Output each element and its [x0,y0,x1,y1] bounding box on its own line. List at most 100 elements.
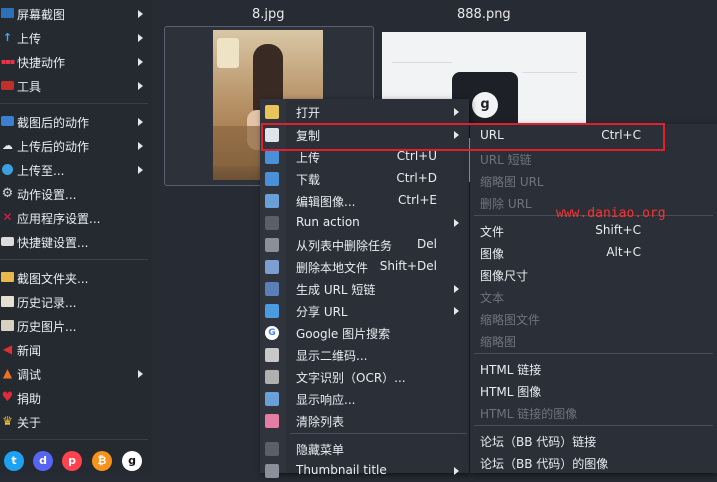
context-menu-item[interactable]: 显示二维码... [260,344,469,366]
context-menu-item[interactable]: 文字识别（OCR）... [260,366,469,388]
context-menu-divider [290,433,467,434]
sidebar-item-task-settings[interactable]: ⚙ 动作设置... [0,183,152,205]
sidebar-item-about[interactable]: ♛ 关于 [0,411,152,433]
thumbnail-title: 8.jpg [252,7,285,22]
megaphone-icon: ◀ [2,342,13,356]
context-menu-item[interactable]: 显示响应... [260,388,469,410]
copy-submenu-item: 文本 [470,286,717,308]
context-menu-item-label: 清除列表 [296,415,345,429]
copy-submenu-item-label: 缩略图文件 [480,313,541,327]
context-menu: 打开 复制 上传 Ctrl+U 下载 Ctrl+D 编辑图像... Ctrl+E Run act… [260,99,469,478]
open-file-icon [265,105,279,119]
submenu-arrow-icon [138,166,143,174]
copy-submenu-shortcut: Shift+C [595,223,641,237]
google-icon: G [265,326,279,340]
context-menu-shortcut: Del [417,237,437,251]
traffic-cone-icon: ▲ [2,366,13,380]
context-menu-shortcut: Ctrl+D [396,171,437,185]
qr-code-icon [265,348,279,362]
sidebar-item-upload[interactable]: ↑ 上传 [0,27,152,49]
context-menu-item-label: Thumbnail title [296,463,387,477]
sidebar-item-screenshot-folder[interactable]: 截图文件夹... [0,267,152,289]
sidebar-item-history[interactable]: 历史记录... [0,291,152,313]
wrench-screwdriver-icon: ✕ [2,210,13,224]
monitor-icon [1,8,14,18]
submenu-arrow-icon [138,370,143,378]
keyboard-icon [1,237,14,246]
sidebar-item-after-capture[interactable]: 截图后的动作 [0,111,152,133]
sidebar-item-tools[interactable]: 工具 [0,75,152,97]
sidebar-item-quick-actions[interactable]: ▪▪▪ 快捷动作 [0,51,152,73]
copy-submenu-item[interactable]: 图像 Alt+C [470,242,717,264]
main-menu-sidebar: 屏幕截图 ↑ 上传 ▪▪▪ 快捷动作 工具 截图后的动作 ☁ 上传后的动作 上传… [0,0,152,473]
copy-submenu-item[interactable]: HTML 链接 [470,358,717,380]
gear-icon: ⚙ [1,186,14,201]
sidebar-divider [0,439,148,440]
context-menu-item[interactable]: 打开 [260,101,469,123]
github-icon[interactable]: g [122,451,142,471]
sidebar-item-news[interactable]: ◀ 新闻 [0,339,152,361]
terminal-icon [265,216,279,230]
circuit-line-shape [392,62,452,63]
sidebar-item-debug[interactable]: ▲ 调试 [0,363,152,385]
context-menu-item-label: 删除本地文件 [296,261,369,275]
cloud-upload-icon: ☁ [2,139,13,152]
submenu-arrow-icon [138,118,143,126]
eraser-icon [265,414,279,428]
copy-submenu-item-label: 论坛（BB 代码）链接 [480,435,597,449]
submenu-arrow-icon [454,285,459,293]
context-menu-item[interactable]: 下载 Ctrl+D [260,168,469,190]
bitcoin-icon[interactable]: ₿ [92,451,112,471]
sidebar-item-capture[interactable]: 屏幕截图 [0,3,152,25]
copy-submenu-item: 缩略图文件 [470,308,717,330]
context-menu-item[interactable]: 分享 URL [260,300,469,322]
thumbnail-title-icon [265,464,279,478]
copy-submenu-item-label: HTML 链接 [480,363,542,377]
copy-submenu-shortcut: Alt+C [606,245,641,259]
context-menu-item[interactable]: 隐藏菜单 [260,438,469,460]
sidebar-item-image-history[interactable]: 历史图片... [0,315,152,337]
context-menu-item[interactable]: 删除本地文件 Shift+Del [260,256,469,278]
upload-arrow-icon: ↑ [2,31,13,44]
submenu-arrow-icon [454,467,459,475]
context-menu-item-label: 显示响应... [296,393,356,407]
sidebar-divider [0,259,148,260]
sidebar-item-hotkey-settings[interactable]: 快捷键设置... [0,231,152,253]
submenu-arrow-icon [138,10,143,18]
folder-icon [1,272,14,282]
context-menu-item[interactable]: Thumbnail title [260,460,469,482]
copy-submenu-item[interactable]: 论坛（BB 代码）链接 [470,430,717,452]
discord-icon[interactable]: d [33,451,53,471]
sidebar-item-after-upload[interactable]: ☁ 上传后的动作 [0,135,152,157]
context-menu-item[interactable]: G Google 图片搜索 [260,322,469,344]
patreon-icon[interactable]: p [62,451,82,471]
copy-submenu-item[interactable]: 文件 Shift+C [470,220,717,242]
sidebar-item-destinations[interactable]: 上传至... [0,159,152,181]
circuit-line-shape [522,72,577,73]
context-menu-item[interactable]: 清除列表 [260,410,469,432]
sidebar-item-donate[interactable]: ♥ 捐助 [0,387,152,409]
copy-submenu-item[interactable]: 论坛（BB 代码）的图像 [470,452,717,474]
toolbox-icon [1,81,14,90]
context-menu-item[interactable]: 编辑图像... Ctrl+E [260,190,469,212]
crown-icon: ♛ [2,414,13,428]
context-menu-item[interactable]: 从列表中删除任务 Del [260,234,469,256]
history-icon [1,296,14,307]
sidebar-item-app-settings[interactable]: ✕ 应用程序设置... [0,207,152,229]
context-menu-item-label: 隐藏菜单 [296,443,345,457]
shorten-url-icon [265,282,279,296]
context-menu-item[interactable]: 生成 URL 短链 [260,278,469,300]
copy-submenu-item-label: 文本 [480,291,505,305]
copy-submenu-item-label: 缩略图 URL [480,175,544,189]
copy-submenu-item[interactable]: 图像尺寸 [470,264,717,286]
copy-submenu-item-label: 论坛（BB 代码）的图像 [480,457,609,471]
copy-submenu-item-label: 缩略图 [480,335,517,349]
grid-dots-icon: ▪▪▪ [1,57,15,66]
copy-submenu-item: 缩略图 [470,330,717,352]
context-menu-item-label: 显示二维码... [296,349,368,363]
copy-submenu-item[interactable]: HTML 图像 [470,380,717,402]
twitter-icon[interactable]: t [4,451,24,471]
copy-submenu-item-label: 删除 URL [480,197,532,211]
copy-submenu-item-label: 图像 [480,247,505,261]
context-menu-item[interactable]: Run action [260,212,469,234]
